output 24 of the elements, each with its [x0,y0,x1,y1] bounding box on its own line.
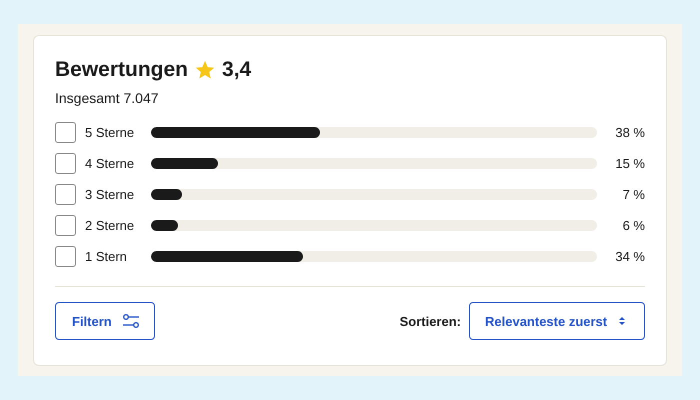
total-count: Insgesamt 7.047 [55,90,160,106]
star-filter-label: 4 Sterne [85,156,136,170]
star-filter-label: 5 Sterne [85,124,136,140]
sort-dropdown[interactable]: Relevanteste zuerst [469,302,645,340]
checkbox[interactable] [55,152,76,174]
percent-value: 6 % [622,218,645,232]
checkbox[interactable] [55,122,76,142]
sort-caret-icon [618,316,626,326]
checkbox[interactable] [55,214,76,236]
percent-value: 34 % [614,248,645,264]
checkbox[interactable] [55,184,76,204]
percent-value: 38 % [614,124,645,140]
star-filter-label: 3 Sterne [85,186,136,202]
sliders-icon [122,313,140,329]
average-rating: 3,4 [222,58,252,82]
percent-value: 15 % [614,156,645,170]
checkbox[interactable] [55,246,76,266]
percent-value: 7 % [622,186,645,202]
star-filter-label: 1 Stern [85,248,128,264]
filter-button[interactable]: Filtern [55,302,155,340]
star-filter-label: 2 Sterne [85,218,136,232]
sort-label: Sortieren: [400,314,461,328]
star-icon [194,59,216,81]
ratings-title: Bewertungen [55,58,188,82]
